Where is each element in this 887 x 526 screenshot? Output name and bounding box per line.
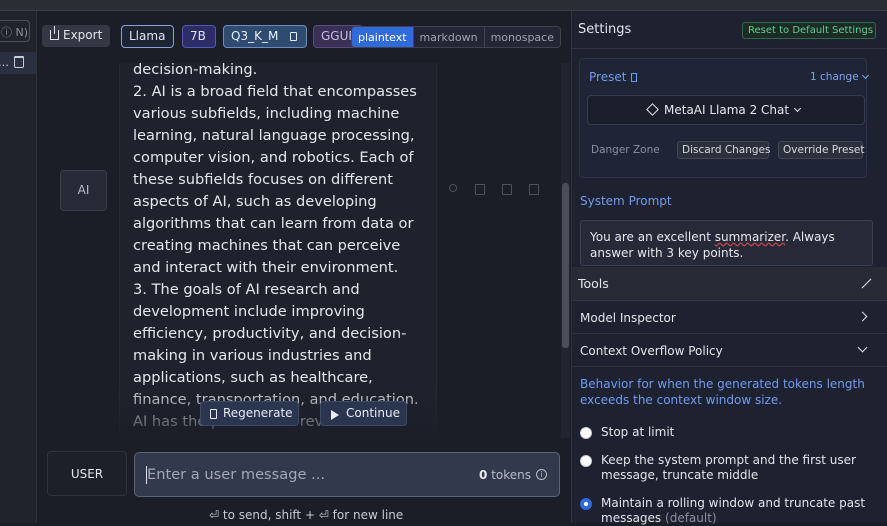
message-paragraph: 2. AI is a broad field that encompasses … (133, 83, 417, 276)
policy-option-text: Maintain a rolling window and truncate p… (601, 496, 866, 525)
chevron-down-icon (861, 71, 869, 80)
view-mode-plaintext[interactable]: plaintext (352, 27, 414, 47)
discard-changes-button[interactable]: Discard Changes (677, 141, 771, 159)
message-input-placeholder: Enter a user message ... (147, 466, 326, 483)
tools-title: Tools (578, 276, 609, 291)
chevron-down-icon (857, 342, 868, 353)
user-role-button[interactable]: USER (47, 451, 127, 496)
context-overflow-label: Context Overflow Policy (580, 344, 723, 358)
ai-message-text: decision-making. 2. AI is a broad field … (133, 63, 429, 433)
trash-icon[interactable] (14, 56, 24, 68)
message-paragraph: decision-making. (133, 63, 258, 78)
policy-option-label: Keep the system prompt and the first use… (601, 453, 856, 482)
danger-zone-label: Danger Zone (591, 144, 660, 156)
preset-label-text: Preset (589, 70, 627, 84)
collapse-icon[interactable] (860, 278, 871, 289)
chevron-right-icon (857, 311, 868, 322)
view-mode-markdown[interactable]: markdown (414, 27, 485, 47)
quantization-label: Q3_K_M (231, 29, 279, 43)
model-size-badge: 7B (182, 25, 216, 48)
copy-icon[interactable] (290, 32, 297, 41)
window-top-strip (0, 0, 887, 11)
chat-list-item[interactable]: … (0, 52, 36, 74)
chat-list-sidebar: ⓘ N) … (0, 11, 37, 523)
export-label: Export (63, 28, 103, 42)
info-icon[interactable]: i (536, 469, 547, 480)
system-prompt-textarea[interactable]: You are an excellent summarizer. Always … (580, 220, 873, 266)
message-actions (447, 184, 542, 198)
preset-label: Preset (589, 70, 638, 84)
message-scrollbar[interactable] (561, 63, 570, 438)
preset-select[interactable]: MetaAI Llama 2 Chat (587, 95, 865, 125)
chat-search-input[interactable]: ⓘ N) (0, 20, 30, 42)
system-prompt-label: System Prompt (580, 194, 672, 208)
model-name-badge: Llama (121, 25, 174, 48)
regenerate-button[interactable]: Regenerate (200, 401, 299, 426)
preset-info-icon[interactable] (631, 73, 638, 82)
message-input[interactable]: Enter a user message ... 0 tokens i (134, 452, 560, 497)
preset-changes-toggle[interactable]: 1 change (810, 71, 869, 83)
continue-label: Continue (346, 406, 400, 420)
radio-truncate-middle[interactable] (580, 455, 592, 467)
radio-stop-at-limit[interactable] (580, 427, 592, 439)
policy-description: Behavior for when the generated tokens l… (580, 377, 865, 407)
policy-option-label: Stop at limit (601, 425, 675, 439)
misspelled-word: summarizer (714, 230, 786, 244)
token-counter: 0 tokens (479, 468, 531, 482)
model-inspector-row[interactable]: Model Inspector (572, 302, 887, 334)
settings-header: Settings Reset to Default Settings (572, 11, 887, 49)
scrollbar-thumb[interactable] (562, 183, 569, 348)
delete-message-icon[interactable] (529, 184, 539, 195)
settings-title: Settings (578, 22, 632, 37)
regenerate-label: Regenerate (223, 406, 293, 420)
preset-change-count: 1 change (810, 71, 859, 83)
play-icon (331, 410, 339, 420)
radio-rolling-window[interactable] (580, 498, 592, 510)
edit-icon[interactable] (502, 184, 512, 195)
copy-message-icon[interactable] (475, 184, 485, 195)
continue-button[interactable]: Continue (320, 401, 407, 426)
view-mode-monospace[interactable]: monospace (485, 27, 560, 47)
preset-section: Preset 1 change MetaAI Llama 2 Chat Dang… (579, 58, 869, 178)
token-count: 0 (479, 468, 488, 482)
more-icon[interactable]: … (0, 56, 9, 69)
reset-settings-button[interactable]: Reset to Default Settings (742, 22, 876, 39)
export-button[interactable]: Export (42, 25, 110, 47)
policy-option-label: Maintain a rolling window and truncate p… (601, 496, 876, 526)
system-prompt-text: You are an excellent (590, 230, 715, 244)
regenerate-icon (210, 409, 217, 419)
ai-role-button[interactable]: AI (60, 170, 107, 211)
view-mode-toggle: plaintext markdown monospace (351, 26, 561, 48)
context-overflow-row[interactable]: Context Overflow Policy (572, 335, 887, 367)
chevron-down-icon (794, 104, 802, 113)
model-inspector-label: Model Inspector (580, 311, 676, 325)
override-preset-button[interactable]: Override Preset (778, 141, 865, 159)
chat-panel: Export Llama 7B Q3_K_M GGUF plaintext ma… (37, 11, 571, 523)
quantization-badge[interactable]: Q3_K_M (223, 25, 307, 48)
send-hint: ⏎ to send, shift + ⏎ for new line (209, 508, 404, 522)
settings-panel: Settings Reset to Default Settings Prese… (571, 11, 887, 526)
tools-section: Tools Model Inspector Context Overflow P… (572, 267, 887, 526)
tools-header[interactable]: Tools (572, 267, 887, 301)
token-label: tokens (491, 468, 531, 482)
preset-selected-value: MetaAI Llama 2 Chat (664, 103, 790, 117)
branch-icon[interactable] (449, 184, 457, 192)
export-icon (50, 26, 59, 40)
message-list: decision-making. 2. AI is a broad field … (37, 63, 561, 438)
cube-icon (646, 103, 659, 116)
chat-toolbar: Export Llama 7B Q3_K_M GGUF plaintext ma… (37, 11, 571, 63)
